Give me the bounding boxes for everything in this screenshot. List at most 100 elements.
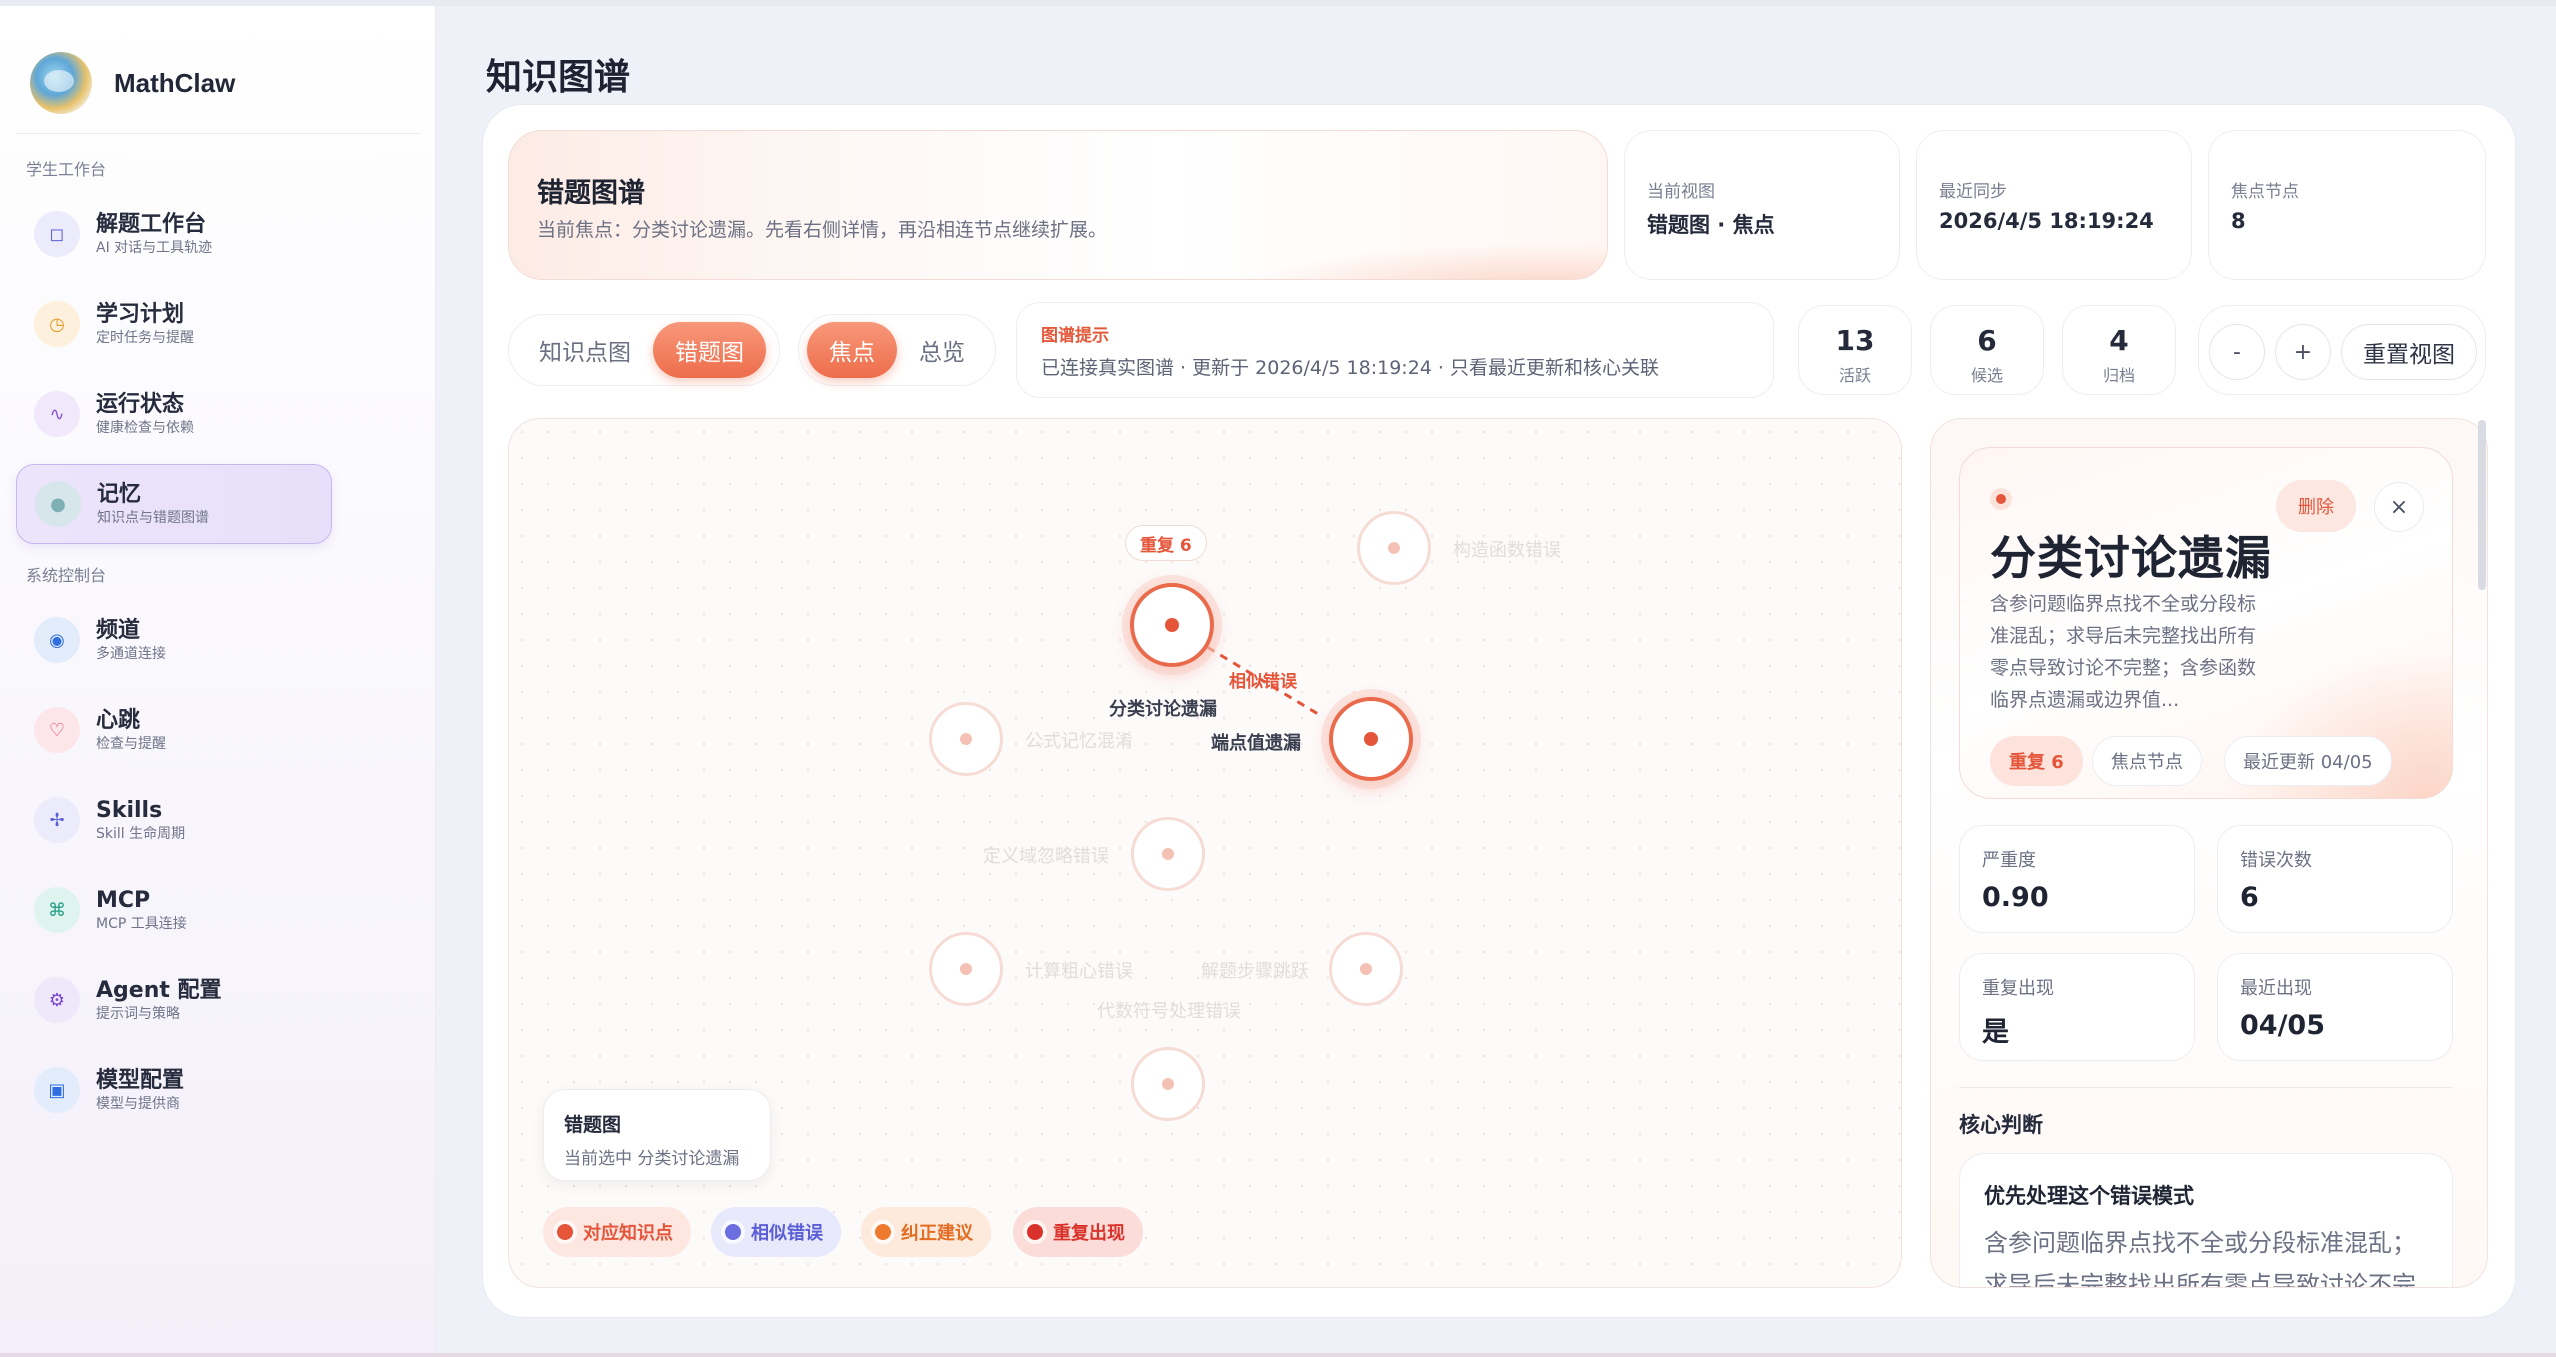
metric-label: 最近出现 — [2240, 978, 2312, 999]
core-judgement-card: 优先处理这个错误模式 含参问题临界点找不全或分段标准混乱；求导后未完整找出所有零… — [1959, 1153, 2453, 1288]
legend-dot — [875, 1224, 891, 1240]
legend-chip-knowledge[interactable]: 对应知识点 — [543, 1207, 691, 1257]
count-label: 候选 — [1970, 366, 2003, 385]
count-number: 6 — [1977, 324, 1997, 357]
sidebar-item-channels[interactable]: ◉ 频道 多通道连接 — [16, 600, 332, 680]
node-label: 定义域忽略错误 — [983, 846, 1109, 867]
graph-canvas[interactable]: 重复 6 分类讨论遗漏 端点值遗漏 相似错误 构造函数错误 公式记忆混淆 定义域… — [508, 418, 1902, 1288]
gear-icon: ⚙ — [34, 977, 80, 1023]
count-archived[interactable]: 4 归档 — [2062, 305, 2176, 395]
zoom-out-button[interactable]: - — [2209, 324, 2265, 380]
sidebar-item-subtitle: MCP 工具连接 — [96, 916, 187, 932]
node-focus[interactable] — [1130, 583, 1214, 667]
view-toggle: 知识点图 错题图 — [508, 314, 780, 386]
legend-label: 纠正建议 — [901, 1223, 973, 1244]
node-faded[interactable] — [929, 932, 1003, 1006]
node-dot — [1165, 618, 1179, 632]
repeat-badge: 重复 6 — [1125, 525, 1207, 561]
graph-hero-banner: 错题图谱 当前焦点：分类讨论遗漏。先看右侧详情，再沿相连节点继续扩展。 — [508, 130, 1608, 280]
sidebar-item-title: 心跳 — [96, 708, 141, 733]
window-bottom-edge — [0, 1353, 2556, 1357]
command-icon: ⌘ — [34, 887, 80, 933]
move-icon: ✢ — [34, 797, 80, 843]
sidebar-item-heartbeat[interactable]: ♡ 心跳 检查与提醒 — [16, 690, 332, 770]
stat-label: 当前视图 — [1647, 182, 1715, 202]
legend-label: 对应知识点 — [583, 1223, 673, 1244]
sidebar-item-status[interactable]: ∿ 运行状态 健康检查与依赖 — [16, 374, 332, 454]
sidebar: MathClaw 学生工作台 ◻ 解题工作台 AI 对话与工具轨迹 ◷ 学习计划… — [0, 6, 436, 1353]
detail-scrollbar[interactable] — [2478, 420, 2486, 590]
detail-description: 含参问题临界点找不全或分段标准混乱；求导后未完整找出所有零点导致讨论不完整；含参… — [1990, 593, 2257, 711]
sidebar-item-plan[interactable]: ◷ 学习计划 定时任务与提醒 — [16, 284, 332, 364]
detail-header-card: 分类讨论遗漏 含参问题临界点找不全或分段标准混乱；求导后未完整找出所有零点导致讨… — [1959, 447, 2453, 799]
tab-focus[interactable]: 焦点 — [807, 322, 897, 378]
selection-info-card: 错题图 当前选中 分类讨论遗漏 — [543, 1089, 771, 1181]
sidebar-item-title: 记忆 — [97, 482, 142, 507]
node-label: 构造函数错误 — [1453, 540, 1561, 561]
count-candidate[interactable]: 6 候选 — [1930, 305, 2044, 395]
delete-button[interactable]: 删除 — [2276, 480, 2356, 532]
sidebar-item-memory[interactable]: ● 记忆 知识点与错题图谱 — [16, 464, 332, 544]
stat-value: 2026/4/5 18:19:24 — [1939, 209, 2154, 233]
sidebar-item-skills[interactable]: ✢ Skills Skill 生命周期 — [16, 780, 332, 860]
sidebar-item-agent-config[interactable]: ⚙ Agent 配置 提示词与策略 — [16, 960, 332, 1040]
sidebar-item-subtitle: 检查与提醒 — [96, 736, 166, 752]
zoom-in-button[interactable]: + — [2275, 324, 2331, 380]
hero-title: 错题图谱 — [537, 178, 645, 209]
metric-label: 重复出现 — [1982, 978, 2054, 999]
sidebar-item-model-config[interactable]: ▣ 模型配置 模型与提供商 — [16, 1050, 332, 1130]
sidebar-item-subtitle: Skill 生命周期 — [96, 826, 186, 842]
hero-subtitle: 当前焦点：分类讨论遗漏。先看右侧详情，再沿相连节点继续扩展。 — [537, 219, 1108, 241]
metric-value: 04/05 — [2240, 1010, 2326, 1041]
tab-overview[interactable]: 总览 — [897, 322, 987, 378]
node-faded[interactable] — [1329, 932, 1403, 1006]
sidebar-item-subtitle: AI 对话与工具轨迹 — [96, 240, 213, 256]
tag-last-update: 最近更新 04/05 — [2224, 736, 2392, 786]
metric-severity: 严重度 0.90 — [1959, 825, 2195, 933]
legend-chip-similar[interactable]: 相似错误 — [711, 1207, 841, 1257]
metric-error-count: 错误次数 6 — [2217, 825, 2453, 933]
sidebar-item-title: Skills — [96, 798, 163, 823]
stat-current-view: 当前视图 错题图 · 焦点 — [1624, 130, 1900, 280]
node-faded[interactable] — [929, 702, 1003, 776]
count-number: 4 — [2109, 324, 2129, 357]
stat-value: 错题图 · 焦点 — [1647, 213, 1775, 237]
legend-dot — [725, 1224, 741, 1240]
stat-last-sync: 最近同步 2026/4/5 18:19:24 — [1916, 130, 2192, 280]
legend-label: 相似错误 — [751, 1223, 823, 1244]
sidebar-item-title: Agent 配置 — [96, 978, 222, 1003]
tab-mistake-graph[interactable]: 错题图 — [653, 322, 766, 378]
node-label: 解题步骤跳跃 — [1201, 961, 1309, 982]
sidebar-item-subtitle: 健康检查与依赖 — [96, 420, 194, 436]
selection-subtitle: 当前选中 分类讨论遗漏 — [564, 1149, 740, 1169]
section-title: 核心判断 — [1959, 1113, 2043, 1137]
metric-label: 严重度 — [1982, 850, 2036, 871]
count-label: 活跃 — [1838, 366, 1871, 385]
edge-label: 相似错误 — [1229, 672, 1297, 692]
count-active[interactable]: 13 活跃 — [1798, 305, 1912, 395]
node-faded[interactable] — [1131, 817, 1205, 891]
sidebar-item-mcp[interactable]: ⌘ MCP MCP 工具连接 — [16, 870, 332, 950]
brand[interactable]: MathClaw — [30, 48, 235, 118]
tab-knowledge-graph[interactable]: 知识点图 — [517, 322, 653, 378]
sidebar-item-subtitle: 定时任务与提醒 — [96, 330, 194, 346]
legend-chip-correction[interactable]: 纠正建议 — [861, 1207, 991, 1257]
status-dot-icon — [1990, 488, 2012, 510]
judgement-title: 优先处理这个错误模式 — [1984, 1184, 2194, 1208]
node-faded[interactable] — [1357, 511, 1431, 585]
node-endpoint[interactable] — [1329, 697, 1413, 781]
judgement-text: 含参问题临界点找不全或分段标准混乱；求导后未完整找出所有零点导致讨论不完整 — [1984, 1229, 2416, 1288]
close-icon[interactable]: × — [2374, 482, 2424, 532]
count-number: 13 — [1835, 324, 1875, 357]
legend-chip-repeat[interactable]: 重复出现 — [1013, 1207, 1143, 1257]
sidebar-item-solve[interactable]: ◻ 解题工作台 AI 对话与工具轨迹 — [16, 194, 332, 274]
sidebar-item-title: MCP — [96, 888, 151, 913]
logo-globe-icon — [30, 52, 92, 114]
square-icon: ◻ — [34, 211, 80, 257]
sidebar-item-title: 学习计划 — [96, 302, 185, 327]
divider — [1959, 1087, 2453, 1088]
stat-label: 最近同步 — [1939, 182, 2007, 202]
node-faded[interactable] — [1131, 1047, 1205, 1121]
reset-view-button[interactable]: 重置视图 — [2341, 324, 2477, 380]
graph-hint: 图谱提示 已连接真实图谱 · 更新于 2026/4/5 18:19:24 · 只… — [1016, 302, 1774, 398]
